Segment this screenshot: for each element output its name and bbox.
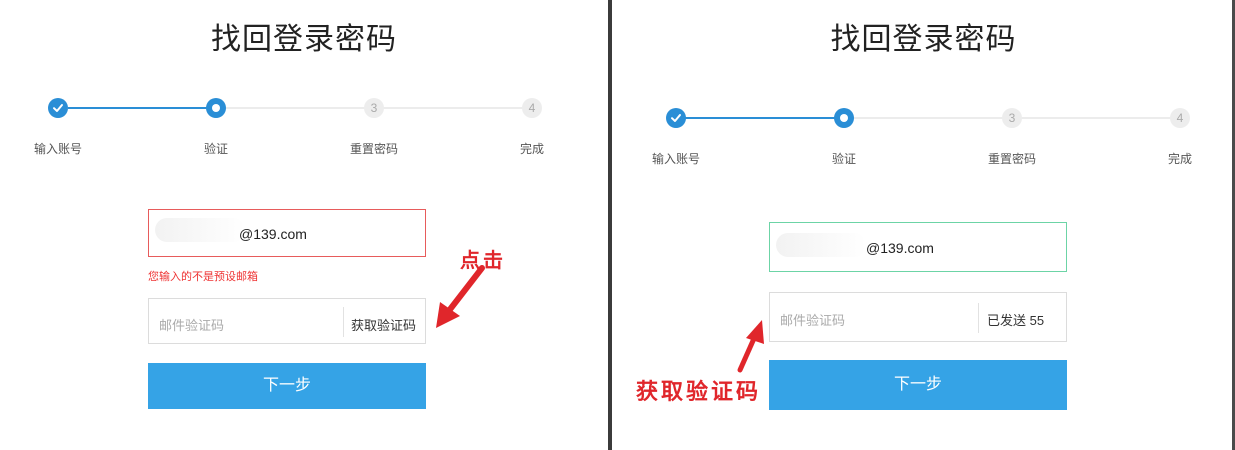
email-error-message: 您输入的不是预设邮箱 — [148, 271, 258, 283]
annotation-arrow-icon — [737, 320, 764, 373]
panel-code-sent-state: 找回登录密码 3 4 输入账号 验证 重置密码 完成 @139.com 邮件验证… — [612, 0, 1235, 450]
get-code-button[interactable]: 获取验证码 — [351, 315, 416, 334]
email-field[interactable]: @139.com — [148, 209, 426, 257]
code-input-placeholder[interactable]: 邮件验证码 — [159, 315, 224, 334]
annotation-arrow-icon — [436, 265, 485, 328]
step-4-label: 完成 — [519, 142, 545, 156]
step-1-check-icon — [666, 108, 686, 128]
field-divider — [343, 307, 344, 337]
email-value: @139.com — [866, 240, 934, 256]
next-step-button[interactable]: 下一步 — [769, 360, 1067, 410]
step-3-label: 重置密码 — [349, 142, 399, 156]
field-divider — [978, 303, 979, 333]
masked-email-prefix — [155, 218, 245, 242]
masked-email-prefix — [776, 233, 866, 257]
step-2-current-marker — [206, 98, 226, 118]
step-1-label: 输入账号 — [651, 152, 701, 166]
email-field[interactable]: @139.com — [769, 222, 1067, 272]
step-4-label: 完成 — [1167, 152, 1193, 166]
step-3-marker: 3 — [1002, 108, 1022, 128]
email-value: @139.com — [239, 226, 307, 242]
step-1-label: 输入账号 — [33, 142, 83, 156]
step-2-current-marker — [834, 108, 854, 128]
verification-code-field[interactable]: 邮件验证码 已发送 55 — [769, 292, 1067, 342]
verification-code-field[interactable]: 邮件验证码 获取验证码 — [148, 298, 426, 344]
get-code-annotation: 获取验证码 — [636, 379, 762, 405]
step-track-completed — [68, 107, 208, 109]
step-4-marker: 4 — [1170, 108, 1190, 128]
step-3-marker: 3 — [364, 98, 384, 118]
step-2-label: 验证 — [203, 142, 229, 156]
page-title: 找回登录密码 — [211, 22, 397, 57]
page-title: 找回登录密码 — [830, 22, 1017, 57]
code-input-placeholder[interactable]: 邮件验证码 — [780, 310, 845, 329]
next-step-button[interactable]: 下一步 — [148, 363, 426, 409]
step-2-label: 验证 — [831, 152, 857, 166]
step-1-check-icon — [48, 98, 68, 118]
panel-error-state: 找回登录密码 3 4 输入账号 验证 重置密码 完成 @139.com 您输入的… — [0, 0, 608, 450]
step-4-marker: 4 — [522, 98, 542, 118]
step-3-label: 重置密码 — [987, 152, 1037, 166]
code-sent-countdown: 已发送 55 — [987, 313, 1045, 328]
step-track-completed — [684, 117, 836, 119]
